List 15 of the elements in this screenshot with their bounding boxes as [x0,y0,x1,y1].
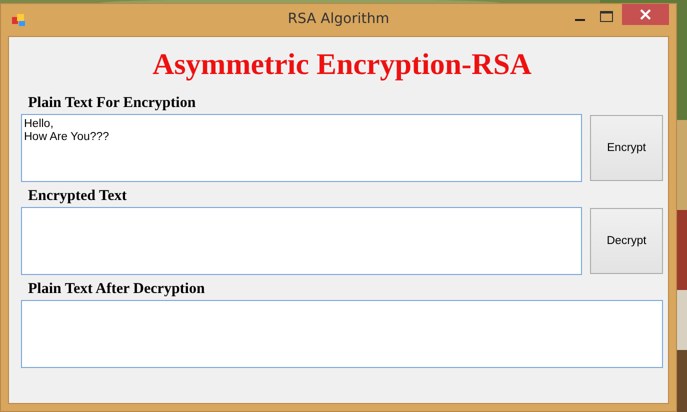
window-title: RSA Algorithm [288,11,390,27]
field-label: Encrypted Text [28,187,127,205]
action-button[interactable]: Encrypt [590,115,663,181]
maximize-icon [600,10,612,22]
field-label: Plain Text For Encryption [28,94,196,112]
action-button[interactable]: Decrypt [590,208,663,274]
close-icon [640,9,651,20]
close-button[interactable] [622,4,669,25]
heading: Asymmetric Encryption-RSA [152,47,532,83]
field-label: Plain Text After Decryption [28,280,205,298]
app-icon [11,12,27,28]
text-area[interactable]: Hello, How Are You??? [21,114,582,182]
minimize-icon [575,19,585,21]
text-area[interactable] [21,300,663,368]
text-area[interactable] [21,207,582,275]
